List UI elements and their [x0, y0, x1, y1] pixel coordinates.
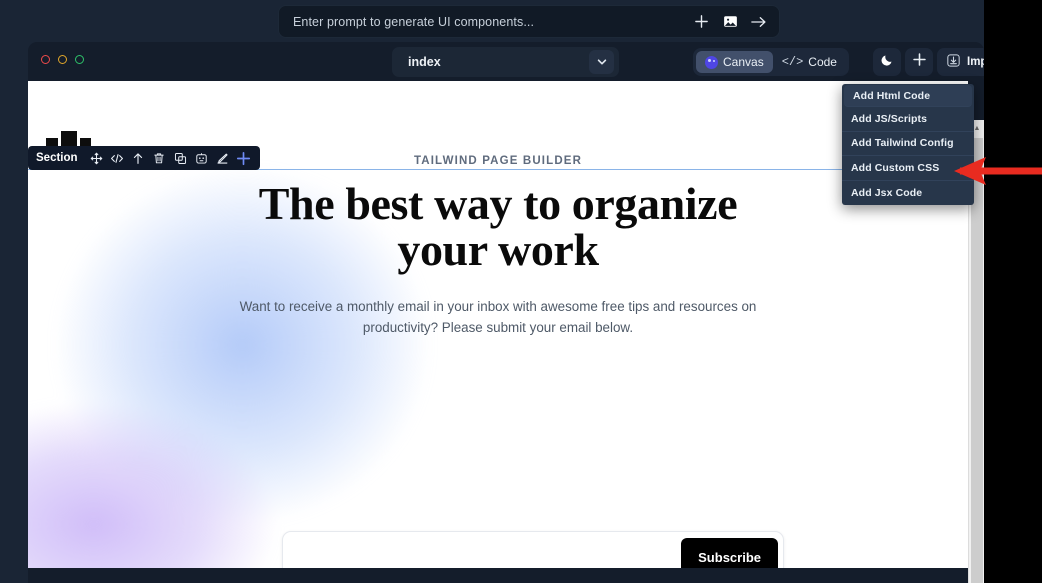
page-title: The best way to organize your work [258, 178, 738, 275]
menu-item-label: Add Jsx Code [851, 187, 923, 200]
subscribe-button[interactable]: Subscribe [681, 538, 778, 568]
annotation-arrow-icon [954, 157, 1042, 185]
subscribe-form: Subscribe [282, 531, 784, 568]
menu-item-add-js-scripts[interactable]: Add JS/Scripts [842, 107, 974, 132]
menu-item-label: Add Tailwind Config [851, 137, 954, 150]
menu-item-label: Add Custom CSS [851, 161, 940, 174]
pencil-icon[interactable] [212, 147, 233, 169]
tab-code[interactable]: </> Code [773, 51, 846, 73]
chevron-down-icon[interactable] [589, 50, 614, 74]
page-selector[interactable]: index [392, 47, 619, 77]
plus-icon [912, 52, 927, 72]
theme-toggle-button[interactable] [873, 48, 901, 76]
tab-canvas[interactable]: Canvas [696, 51, 773, 73]
plus-icon[interactable] [233, 147, 254, 169]
code-brackets-icon: </> [781, 55, 804, 69]
add-element-button[interactable] [905, 48, 933, 76]
builder-window: index Canvas </> Code Imp TAILWIND PAGE … [28, 42, 984, 583]
page-canvas[interactable]: TAILWIND PAGE BUILDER The best way to or… [28, 81, 968, 568]
arrow-right-icon[interactable] [751, 14, 767, 30]
window-titlebar: index Canvas </> Code Imp [28, 42, 984, 81]
download-icon [946, 53, 961, 71]
code-icon[interactable] [107, 147, 128, 169]
menu-item-add-html-code[interactable]: Add Html Code [844, 85, 972, 107]
moon-icon [880, 53, 894, 72]
window-controls [41, 55, 84, 64]
plus-icon[interactable] [693, 14, 709, 30]
email-field[interactable] [283, 532, 683, 568]
section-toolbar-label: Section [36, 152, 78, 164]
menu-item-label: Add JS/Scripts [851, 112, 928, 125]
screenshot-root: Enter prompt to generate UI components..… [0, 0, 1042, 583]
tab-code-label: Code [808, 55, 837, 69]
hero-eyebrow: TAILWIND PAGE BUILDER [413, 155, 583, 167]
menu-item-label: Add Html Code [853, 89, 931, 102]
hero-subcopy: Want to receive a monthly email in your … [239, 299, 757, 335]
duplicate-icon[interactable] [170, 147, 191, 169]
move-icon[interactable] [86, 147, 107, 169]
trash-icon[interactable] [149, 147, 170, 169]
close-button[interactable] [41, 55, 50, 64]
import-button[interactable]: Import [937, 48, 984, 76]
minimize-button[interactable] [58, 55, 67, 64]
maximize-button[interactable] [75, 55, 84, 64]
arrow-up-icon[interactable] [128, 147, 149, 169]
prompt-bar[interactable]: Enter prompt to generate UI components..… [278, 5, 780, 38]
canvas-area: TAILWIND PAGE BUILDER The best way to or… [28, 81, 984, 583]
image-icon[interactable] [722, 14, 738, 30]
tab-canvas-label: Canvas [723, 55, 764, 69]
prompt-actions [693, 14, 767, 30]
scrollbar-thumb[interactable] [971, 138, 983, 583]
view-mode-group: Canvas </> Code [693, 48, 849, 76]
palette-icon [705, 55, 718, 69]
import-label: Import [967, 56, 984, 68]
ai-robot-icon[interactable] [191, 147, 212, 169]
page-selector-value: index [408, 55, 441, 69]
section-toolbar: Section [28, 146, 260, 170]
prompt-input[interactable]: Enter prompt to generate UI components..… [293, 15, 693, 29]
